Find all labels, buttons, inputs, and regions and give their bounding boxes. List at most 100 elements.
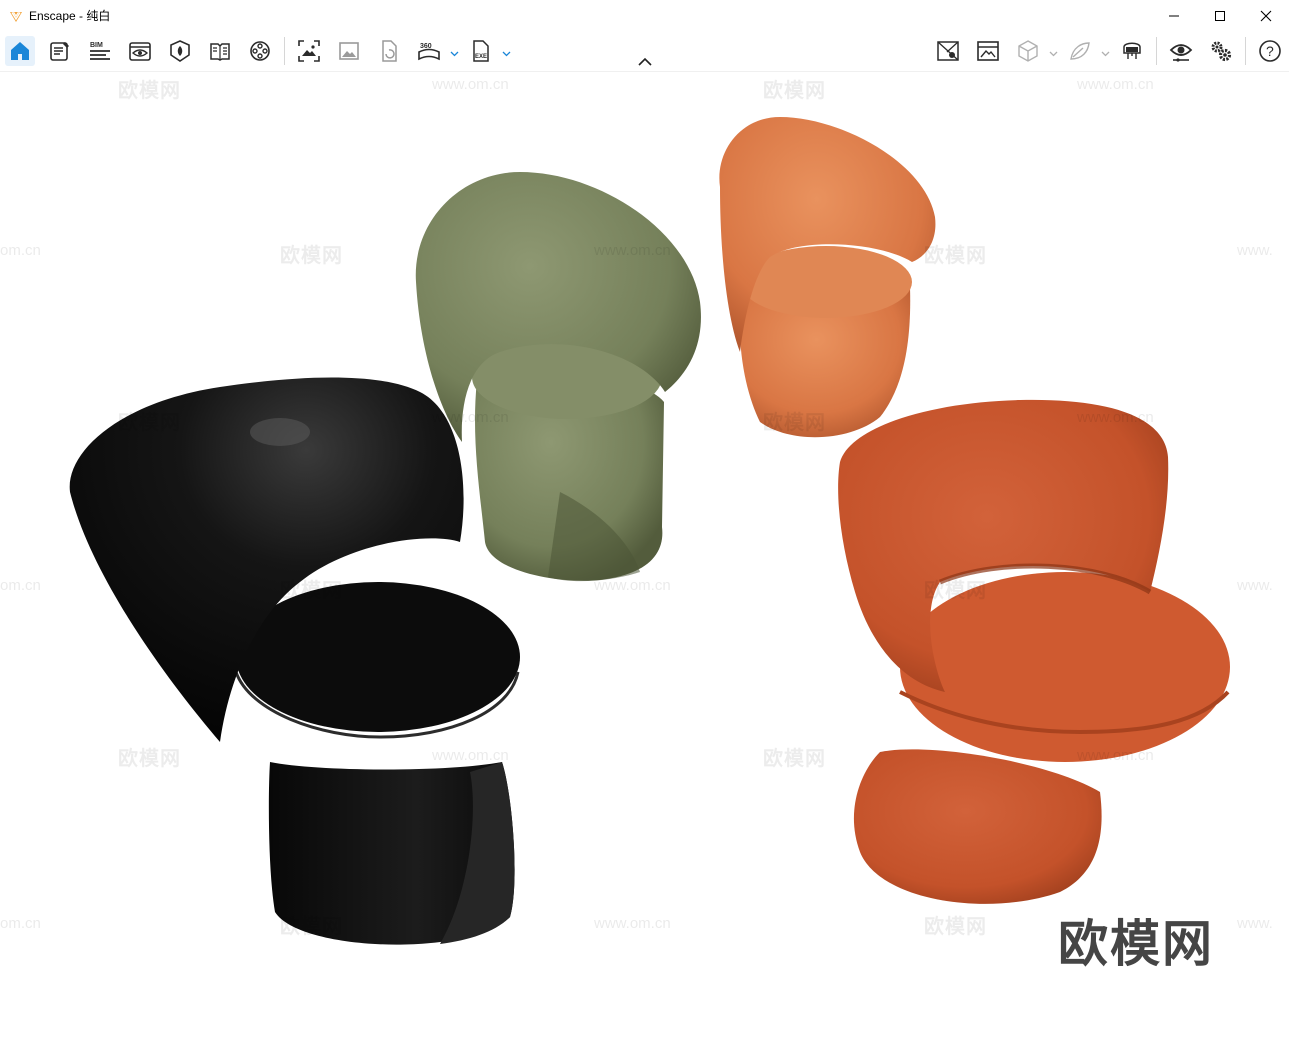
watermark-url: www.om.cn — [432, 409, 509, 426]
render-mode-button[interactable] — [973, 36, 1003, 66]
view-panel-button[interactable] — [125, 36, 155, 66]
asset-library-button[interactable] — [165, 36, 195, 66]
help-button[interactable]: ? — [1255, 36, 1285, 66]
vr-headset-icon — [1123, 42, 1141, 59]
watermark-url: www.om.cn — [1077, 747, 1154, 764]
view-mode-button[interactable] — [1013, 36, 1043, 66]
main-toolbar: BIM 360 EXE ? — [0, 31, 1289, 72]
watermark-text: 欧模网 — [280, 580, 343, 602]
chevron-down-icon — [1101, 51, 1110, 57]
watermark-url: www.om.cn — [1077, 409, 1154, 426]
enscape-logo-icon — [10, 11, 22, 22]
material-book-button[interactable] — [205, 36, 235, 66]
toolbar-separator — [1245, 37, 1246, 65]
watermark-url: www.om.cn — [594, 242, 671, 259]
svg-text:?: ? — [1266, 43, 1274, 59]
vr-button[interactable] — [1117, 36, 1147, 66]
watermark-url-partial-www: www. — [1237, 577, 1273, 594]
watermark-url: www.om.cn — [1077, 76, 1154, 93]
export-exe-button[interactable]: EXE — [466, 36, 496, 66]
svg-text:EXE: EXE — [475, 54, 487, 60]
watermark-url: www.om.cn — [594, 915, 671, 932]
watermark-text: 欧模网 — [118, 748, 181, 770]
chevron-down-icon — [502, 51, 511, 57]
wireframe-cube-icon — [1018, 40, 1038, 62]
svg-text:BIM: BIM — [90, 42, 103, 49]
minimap-button[interactable] — [933, 36, 963, 66]
gallery-button[interactable] — [334, 36, 364, 66]
watermark-url-partial-www: www. — [1237, 242, 1273, 259]
cube-shield-icon — [170, 40, 190, 62]
capture-image-icon — [298, 40, 320, 62]
visibility-icon — [1169, 44, 1193, 62]
bim-icon: BIM — [90, 42, 110, 60]
title-bar: Enscape - 纯白 — [0, 0, 1289, 31]
minimize-button[interactable] — [1151, 0, 1197, 31]
watermark-url-partial: om.cn — [0, 577, 41, 594]
chevron-down-icon — [450, 51, 459, 57]
watermark-text: 欧模网 — [118, 412, 181, 434]
watermark-logo-text: 欧模网 — [1058, 916, 1214, 972]
visual-settings-button[interactable] — [1166, 36, 1196, 66]
render-grid-icon — [977, 41, 999, 61]
watermark-text: 欧模网 — [280, 916, 343, 938]
watermark-url: www.om.cn — [594, 577, 671, 594]
app-name: Enscape — [29, 9, 76, 23]
home-icon — [11, 42, 29, 60]
watermark-text: 欧模网 — [763, 80, 826, 102]
watermark-text: 欧模网 — [118, 80, 181, 102]
minimize-icon — [1169, 15, 1179, 16]
map-pin-icon — [937, 41, 959, 61]
watermark-url-partial: om.cn — [0, 242, 41, 259]
capture-screenshot-button[interactable] — [294, 36, 324, 66]
maximize-button[interactable] — [1197, 0, 1243, 31]
chevron-down-icon — [1049, 51, 1058, 57]
toolbar-separator — [284, 37, 285, 65]
settings-gears-icon — [1211, 41, 1232, 62]
bim-button[interactable]: BIM — [85, 36, 115, 66]
panorama-360-icon: 360 — [418, 43, 440, 61]
close-button[interactable] — [1243, 0, 1289, 31]
watermark-text: 欧模网 — [924, 245, 987, 267]
book-icon — [210, 43, 230, 61]
sheet-edit-button[interactable] — [45, 36, 75, 66]
general-settings-button[interactable] — [1206, 36, 1236, 66]
exe-export-icon: EXE — [473, 40, 489, 62]
watermark-url-partial: om.cn — [0, 915, 41, 932]
file-refresh-icon — [382, 40, 397, 62]
export-dropdown[interactable] — [502, 45, 511, 57]
film-reel-icon — [250, 41, 270, 61]
peach-chair[interactable] — [719, 117, 936, 438]
help-icon: ? — [1259, 40, 1281, 62]
watermark-text: 欧模网 — [280, 245, 343, 267]
panorama-button[interactable]: 360 — [414, 36, 444, 66]
watermark-text: 欧模网 — [763, 748, 826, 770]
project-name: 纯白 — [86, 9, 111, 23]
image-icon — [339, 42, 359, 60]
edit-sheet-icon — [50, 42, 69, 61]
watermark-text: 欧模网 — [763, 412, 826, 434]
title-separator: - — [75, 9, 87, 23]
toolbar-separator — [1156, 37, 1157, 65]
maximize-icon — [1215, 10, 1225, 21]
rust-chair[interactable] — [838, 399, 1230, 904]
black-chair[interactable] — [69, 377, 520, 945]
render-viewport[interactable]: 欧模网 www.om.cn 欧模网 www.om.cn om.cn 欧模网 ww… — [0, 72, 1289, 1040]
vegetation-button[interactable] — [1065, 36, 1095, 66]
leaf-icon — [1070, 42, 1090, 60]
video-editor-button[interactable] — [245, 36, 275, 66]
window-title: Enscape - 纯白 — [29, 7, 110, 24]
panorama-dropdown[interactable] — [450, 45, 459, 57]
view-mode-dropdown[interactable] — [1049, 45, 1058, 57]
batch-render-button[interactable] — [374, 36, 404, 66]
collapse-toolbar-icon[interactable] — [637, 57, 653, 67]
watermark-url: www.om.cn — [432, 76, 509, 93]
home-button[interactable] — [5, 36, 35, 66]
watermark-url-partial-www: www. — [1237, 915, 1273, 932]
vegetation-dropdown[interactable] — [1101, 45, 1110, 57]
eye-panel-icon — [129, 42, 151, 61]
watermark-text: 欧模网 — [924, 916, 987, 938]
watermark-text: 欧模网 — [924, 580, 987, 602]
close-icon — [1260, 10, 1272, 21]
watermark-url: www.om.cn — [432, 747, 509, 764]
